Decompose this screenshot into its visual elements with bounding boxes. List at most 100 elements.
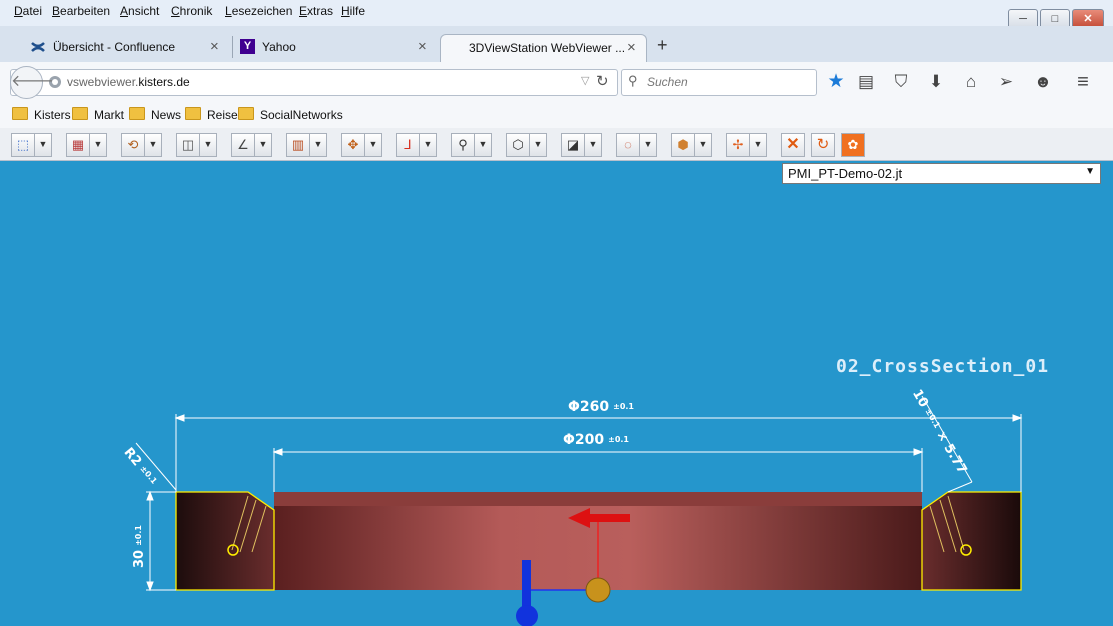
pan-dropdown[interactable]: ▼	[750, 133, 767, 157]
rotate-dropdown[interactable]: ▼	[145, 133, 162, 157]
folder-icon	[12, 107, 28, 120]
wireframe-dropdown[interactable]: ▼	[530, 133, 547, 157]
menu-hilfe[interactable]: Hilfe	[341, 4, 365, 18]
lasso-dropdown[interactable]: ▼	[640, 133, 657, 157]
menu-lesezeichen[interactable]: Lesezeichen	[225, 4, 292, 18]
outer-diameter-label: Φ260 ±0.1	[568, 399, 634, 415]
tab-separator	[232, 36, 233, 58]
blue-axis-bar	[522, 560, 531, 610]
tab-yahoo[interactable]: Y Yahoo ×	[234, 34, 434, 62]
pan-icon[interactable]: ✢	[726, 133, 750, 157]
url-prefix: vswebviewer.	[67, 75, 139, 89]
explode-dropdown[interactable]: ▼	[695, 133, 712, 157]
outer-diameter-value: Φ260	[568, 399, 610, 415]
zoom-dropdown[interactable]: ▼	[475, 133, 492, 157]
inner-diameter-value: Φ200	[563, 432, 605, 448]
file-select[interactable]: PMI_PT-Demo-02.jt ▼	[782, 163, 1101, 184]
bookmark-socialnetworks[interactable]: SocialNetworks	[238, 107, 343, 122]
folder-icon	[129, 107, 145, 120]
select-tool-icon[interactable]: ⬚	[11, 133, 35, 157]
cube-view-dropdown[interactable]: ▼	[585, 133, 602, 157]
inner-tolerance: ±0.1	[608, 435, 629, 444]
left-section	[175, 491, 275, 591]
menu-extras-rest: xtras	[307, 4, 334, 18]
url-domain: kisters.de	[138, 75, 190, 89]
view-icon[interactable]: ◫	[176, 133, 200, 157]
menu-bar: Datei Bearbeiten Ansicht Chronik Lesezei…	[0, 0, 1113, 29]
cube-view-icon[interactable]: ◪	[561, 133, 585, 157]
height-tolerance: ±0.1	[134, 525, 143, 546]
rotate-icon[interactable]: ⟲	[121, 133, 145, 157]
folder-icon	[238, 107, 254, 120]
measure-dropdown[interactable]: ▼	[255, 133, 272, 157]
new-tab-button[interactable]: +	[657, 35, 668, 56]
viewstation-logo-icon[interactable]: ✿	[841, 133, 865, 157]
bookmark-label: SocialNetworks	[260, 108, 343, 122]
tab-close-icon[interactable]: ×	[418, 38, 427, 55]
inner-diameter-label: Φ200 ±0.1	[563, 432, 629, 448]
tab-close-icon[interactable]: ×	[627, 39, 636, 56]
axis-dropdown[interactable]: ▼	[420, 133, 437, 157]
home-icon[interactable]: ⌂	[960, 71, 982, 93]
height-label: 30 ±0.1	[132, 525, 147, 568]
move-dropdown[interactable]: ▼	[365, 133, 382, 157]
render-mode-icon[interactable]: ▦	[66, 133, 90, 157]
search-icon: ⚲	[628, 73, 638, 88]
clear-icon[interactable]: ✕	[781, 133, 805, 157]
reading-list-icon[interactable]: ▤	[855, 71, 877, 93]
pocket-icon[interactable]: ⛉	[890, 71, 912, 93]
bookmark-markt[interactable]: Markt	[72, 107, 124, 122]
tab-3dviewstation[interactable]: 3DViewStation WebViewer ... ×	[440, 34, 647, 63]
menu-bearbeiten[interactable]: Bearbeiten	[52, 4, 110, 18]
search-placeholder: Suchen	[647, 75, 688, 89]
select-tool-dropdown[interactable]: ▼	[35, 133, 52, 157]
right-section	[921, 491, 1022, 591]
bookmark-reise[interactable]: Reise	[185, 107, 238, 122]
back-arrow-icon: 🡐	[11, 73, 54, 90]
reload-icon[interactable]: ↻	[596, 72, 609, 90]
menu-datei[interactable]: Datei	[14, 4, 42, 18]
viewer-toolbar: ⬚ ▼ ▦ ▼ ⟲ ▼ ◫ ▼ ∠ ▼ ▥ ▼ ✥ ▼ ⅃ ▼ ⚲ ▼ ⬡ ▼ ◪ ▼ ◌ ▼ ⬢ ▼ ✢…	[0, 128, 1113, 161]
menu-chronik[interactable]: Chronik	[171, 4, 212, 18]
section-icon[interactable]: ▥	[286, 133, 310, 157]
wireframe-box-icon[interactable]: ⬡	[506, 133, 530, 157]
file-select-value: PMI_PT-Demo-02.jt	[788, 166, 903, 181]
cross-section-drawing	[135, 395, 1023, 626]
section-title: 02_CrossSection_01	[836, 356, 1050, 377]
url-text: vswebviewer.kisters.de	[67, 75, 190, 89]
bookmark-star-icon[interactable]: ★	[825, 71, 847, 93]
bookmark-label: News	[151, 108, 182, 122]
bookmark-label: Reise	[207, 108, 238, 122]
view-dropdown[interactable]: ▼	[200, 133, 217, 157]
measure-angle-icon[interactable]: ∠	[231, 133, 255, 157]
section-dropdown[interactable]: ▼	[310, 133, 327, 157]
menu-extras[interactable]: Extras	[299, 4, 333, 18]
tab-close-icon[interactable]: ×	[210, 38, 219, 55]
bookmark-news[interactable]: News	[129, 107, 181, 122]
zoom-icon[interactable]: ⚲	[451, 133, 475, 157]
download-icon[interactable]: ⬇	[925, 71, 947, 93]
confluence-icon	[31, 42, 45, 52]
bookmark-label: Kisters	[34, 108, 71, 122]
send-icon[interactable]: ➢	[995, 71, 1017, 93]
menu-lesezeichen-rest: esezeichen	[231, 4, 293, 18]
origin-sphere	[585, 577, 611, 603]
bookmark-kisters[interactable]: Kisters	[12, 107, 71, 122]
tab-label: 3DViewStation WebViewer ...	[469, 41, 626, 55]
back-button[interactable]: 🡐	[10, 66, 54, 99]
chat-icon[interactable]: ☻	[1032, 71, 1054, 93]
tab-confluence[interactable]: Übersicht - Confluence ×	[22, 34, 230, 62]
axis-icon[interactable]: ⅃	[396, 133, 420, 157]
reset-icon[interactable]: ↻	[811, 133, 835, 157]
menu-ansicht[interactable]: Ansicht	[120, 4, 159, 18]
explode-icon[interactable]: ⬢	[671, 133, 695, 157]
url-bar[interactable]: vswebviewer.kisters.de ▽ ↻	[10, 69, 618, 96]
move-icon[interactable]: ✥	[341, 133, 365, 157]
url-dropdown-icon[interactable]: ▽	[581, 74, 589, 87]
search-bar[interactable]: ⚲ Suchen	[621, 69, 817, 96]
lasso-icon[interactable]: ◌	[616, 133, 640, 157]
height-value: 30	[132, 549, 147, 568]
menu-hamburger-icon[interactable]: ≡	[1072, 71, 1094, 93]
3d-viewport[interactable]: 02_CrossSection_01 Φ260 ±0.1 Φ200 ±0.1 R2±…	[0, 160, 1113, 626]
render-mode-dropdown[interactable]: ▼	[90, 133, 107, 157]
